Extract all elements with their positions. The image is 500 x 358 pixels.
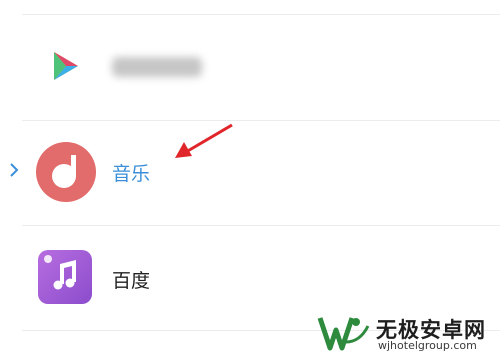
- chevron-right-icon: [8, 162, 20, 182]
- music-note-square-icon[interactable]: [38, 250, 92, 304]
- app-label-baidu: 百度: [112, 270, 151, 292]
- watermark-url: wjhotelgroup.com: [378, 339, 477, 352]
- app-label-blurred: [112, 57, 202, 77]
- divider-2: [22, 225, 500, 226]
- red-arrow-annotation: [170, 118, 240, 167]
- music-note-icon[interactable]: [36, 142, 96, 202]
- watermark: 无极安卓网 wjhotelgroup.com: [312, 306, 500, 358]
- divider-1: [22, 120, 500, 121]
- app-label-music: 音乐: [112, 163, 151, 185]
- watermark-logo-icon: [316, 312, 372, 358]
- play-triangle-icon[interactable]: [38, 40, 92, 94]
